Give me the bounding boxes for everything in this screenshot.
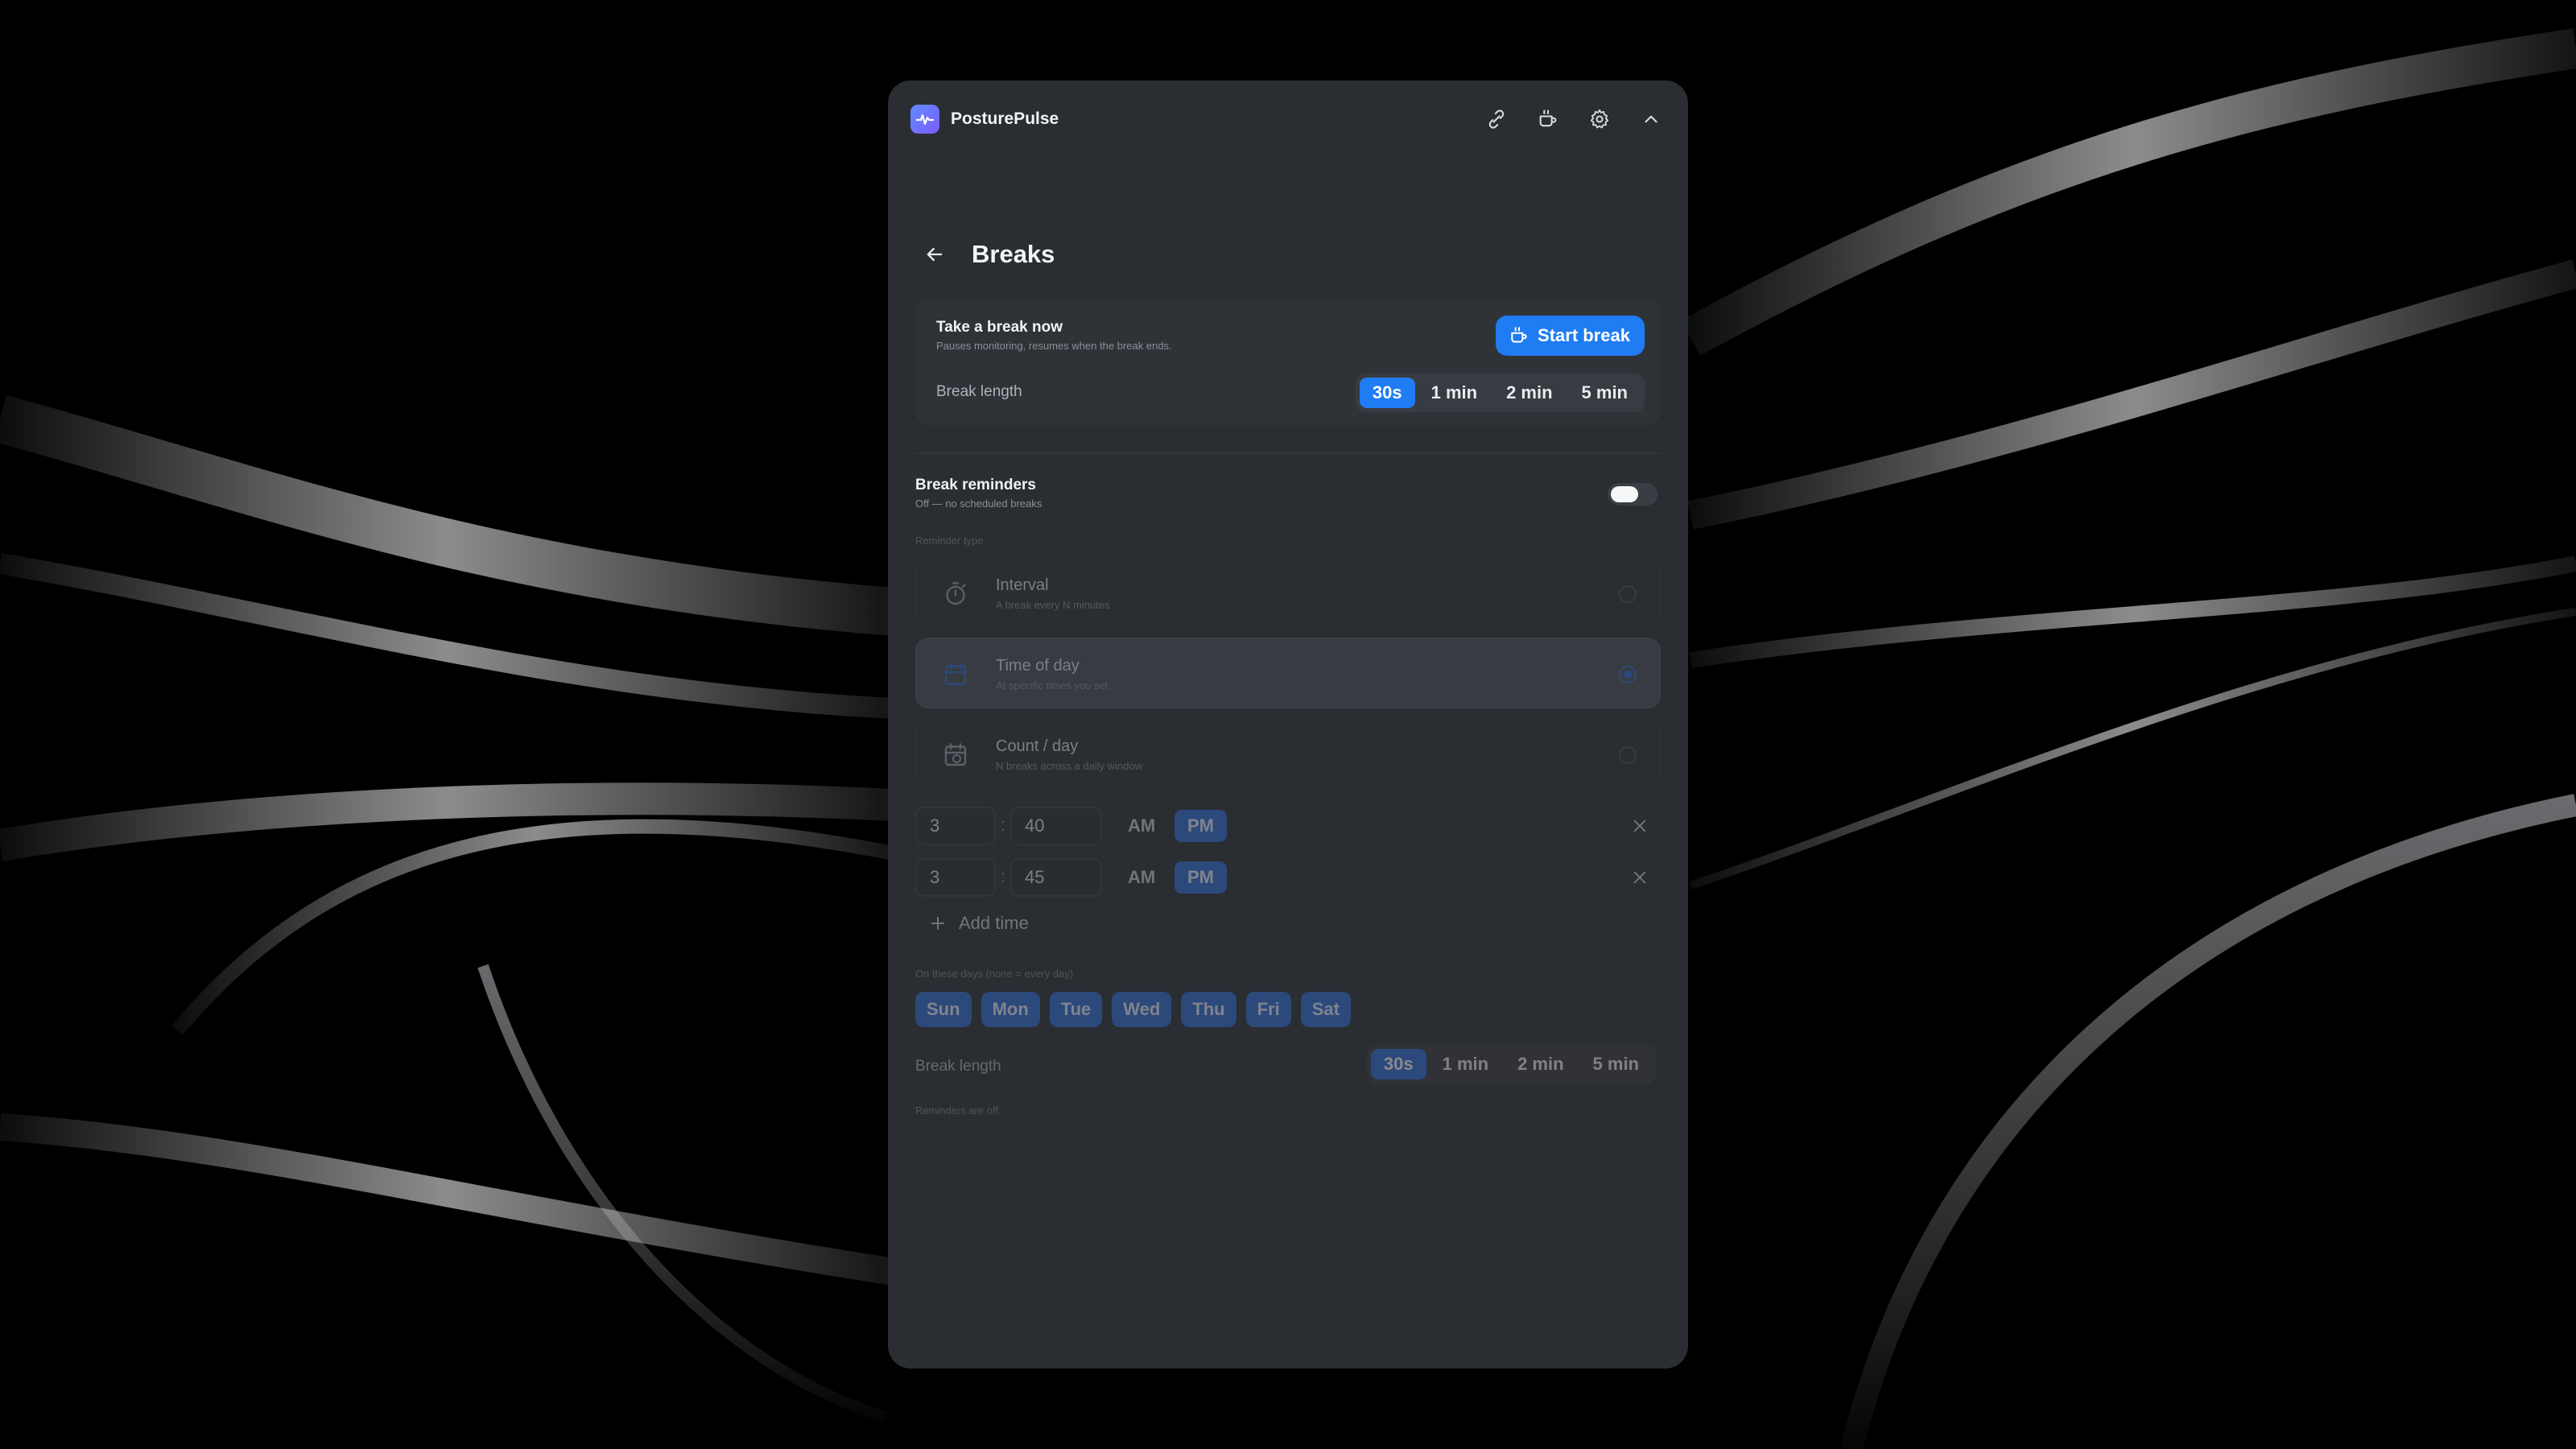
radio-button[interactable] [1619, 585, 1637, 603]
reminder-type-name: Time of day [996, 657, 1080, 675]
pulse-icon [915, 114, 935, 126]
break-length-option-5min[interactable]: 5 min [1569, 378, 1641, 408]
hour-input[interactable]: 3 [915, 858, 996, 897]
day-fri[interactable]: Fri [1245, 992, 1291, 1027]
reminder-type-name: Count / day [996, 737, 1079, 755]
time-colon: : [1001, 866, 1006, 886]
time-row: 3 : 40 AM PM [915, 807, 1661, 845]
reminder-type-name: Interval [996, 576, 1049, 594]
gear-icon[interactable] [1585, 105, 1614, 134]
reminder-type-desc: N breaks across a daily window [996, 760, 1143, 772]
break-length-option-30s[interactable]: 30s [1359, 378, 1415, 408]
reminder-length-option-1min[interactable]: 1 min [1430, 1049, 1501, 1080]
back-arrow-icon[interactable] [920, 240, 949, 269]
break-reminders-title: Break reminders [915, 477, 1036, 493]
reminder-type-label: Reminder type [915, 535, 984, 547]
day-wed[interactable]: Wed [1112, 992, 1172, 1027]
day-sat[interactable]: Sat [1300, 992, 1351, 1027]
breaks-panel: PosturePulse Breaks Take a break now Pau… [888, 80, 1688, 1368]
reminder-length-option-30s[interactable]: 30s [1370, 1049, 1426, 1080]
reminder-type-interval[interactable]: Interval A break every N minutes [915, 557, 1661, 628]
day-thu[interactable]: Thu [1181, 992, 1236, 1027]
coffee-cup-icon[interactable] [1534, 105, 1563, 134]
close-icon[interactable] [1629, 815, 1651, 837]
reminder-break-length-label: Break length [915, 1058, 1001, 1075]
reminders-off-note: Reminders are off. [915, 1104, 1001, 1117]
am-option[interactable]: AM [1115, 810, 1168, 842]
hour-input[interactable]: 3 [915, 807, 996, 845]
break-length-selector: 30s 1 min 2 min 5 min [1355, 374, 1645, 412]
add-time-label: Add time [959, 913, 1029, 933]
radio-button[interactable] [1619, 746, 1637, 764]
reminder-break-length-selector: 30s 1 min 2 min 5 min [1366, 1045, 1656, 1084]
day-tue[interactable]: Tue [1049, 992, 1103, 1027]
am-option[interactable]: AM [1115, 861, 1168, 894]
title-bar: PosturePulse [910, 100, 1666, 138]
reminder-type-desc: At specific times you set [996, 679, 1108, 691]
day-mon[interactable]: Mon [980, 992, 1040, 1027]
days-label: On these days (none = every day) [915, 968, 1074, 980]
minute-input[interactable]: 45 [1010, 858, 1102, 897]
break-length-option-2min[interactable]: 2 min [1493, 378, 1565, 408]
take-break-card: Take a break now Pauses monitoring, resu… [915, 299, 1661, 425]
add-time-button[interactable]: Add time [928, 913, 1029, 934]
break-reminders-toggle[interactable] [1608, 483, 1657, 506]
app-logo [910, 105, 939, 134]
calendar-clock-icon [944, 743, 967, 766]
reminder-length-option-5min[interactable]: 5 min [1580, 1049, 1652, 1080]
break-length-label: Break length [936, 383, 1022, 400]
start-break-label: Start break [1538, 325, 1630, 345]
pm-option[interactable]: PM [1174, 861, 1227, 894]
coffee-cup-icon [1511, 327, 1527, 343]
take-break-subtitle: Pauses monitoring, resumes when the brea… [936, 340, 1172, 352]
link-icon[interactable] [1482, 105, 1511, 134]
day-selector: Sun Mon Tue Wed Thu Fri Sat [915, 992, 1351, 1027]
take-break-title: Take a break now [936, 319, 1063, 336]
time-row: 3 : 45 AM PM [915, 858, 1661, 897]
timer-icon [946, 582, 966, 605]
calendar-icon [944, 663, 967, 686]
minute-input[interactable]: 40 [1010, 807, 1102, 845]
radio-button-selected[interactable] [1619, 666, 1637, 683]
day-sun[interactable]: Sun [915, 992, 972, 1027]
reminder-type-count-per-day[interactable]: Count / day N breaks across a daily wind… [915, 718, 1661, 789]
chevron-up-icon[interactable] [1637, 105, 1666, 134]
break-length-option-1min[interactable]: 1 min [1418, 378, 1490, 408]
section-divider [915, 452, 1661, 454]
reminder-type-desc: A break every N minutes [996, 599, 1110, 611]
reminder-type-time-of-day[interactable]: Time of day At specific times you set [915, 638, 1661, 708]
pm-option[interactable]: PM [1174, 810, 1227, 842]
toggle-knob [1611, 486, 1638, 502]
start-break-button[interactable]: Start break [1496, 316, 1645, 356]
app-name: PosturePulse [951, 109, 1059, 128]
page-header: Breaks [920, 235, 1055, 274]
time-colon: : [1001, 815, 1006, 835]
break-reminders-subtitle: Off — no scheduled breaks [915, 497, 1042, 510]
page-title: Breaks [972, 240, 1055, 268]
reminder-length-option-2min[interactable]: 2 min [1505, 1049, 1576, 1080]
close-icon[interactable] [1629, 866, 1651, 889]
plus-icon [931, 917, 944, 930]
